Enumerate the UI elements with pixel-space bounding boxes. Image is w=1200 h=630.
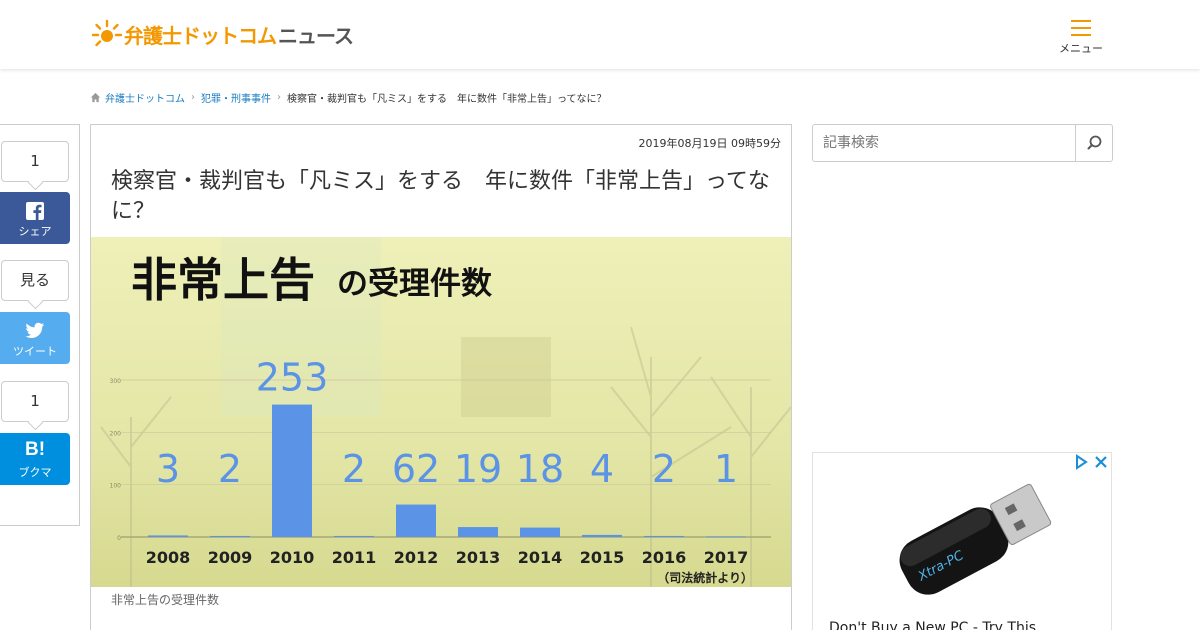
search-icon bbox=[1087, 135, 1102, 150]
article-figure: 0 100 200 300 2008 2009 2010 2011 2012 2013 2014 2… bbox=[91, 237, 791, 587]
y-tick-label: 0 bbox=[117, 535, 121, 542]
x-tick-label: 2014 bbox=[518, 548, 563, 567]
bar bbox=[644, 535, 684, 537]
search-box bbox=[812, 124, 1113, 162]
value-label: 2 bbox=[342, 447, 366, 491]
usb-drive-image: Xtra-PC bbox=[899, 483, 1052, 595]
menu-label: メニュー bbox=[1059, 42, 1103, 55]
bar bbox=[272, 404, 312, 537]
hamburger-icon bbox=[1071, 20, 1091, 36]
twitter-share-count[interactable]: 見る bbox=[1, 260, 69, 301]
hatena-bookmark-button[interactable]: B! ブクマ bbox=[0, 433, 70, 485]
home-icon bbox=[90, 92, 101, 102]
breadcrumb-current: 検察官・裁判官も「凡ミス」をする 年に数件「非常上告」ってなに？ bbox=[287, 93, 607, 105]
ad-banner[interactable]: Xtra-PC Don't Buy a New PC - Try This bbox=[812, 452, 1112, 630]
search-input[interactable] bbox=[813, 125, 1075, 161]
bar bbox=[706, 536, 746, 538]
facebook-share-count: 1 bbox=[1, 141, 69, 182]
x-tick-label: 2011 bbox=[332, 548, 377, 567]
twitter-share-label: ツイート bbox=[13, 345, 57, 358]
chevron-right-icon: › bbox=[277, 91, 281, 103]
value-label: 3 bbox=[156, 447, 180, 491]
x-tick-label: 2016 bbox=[642, 548, 687, 567]
x-tick-label: 2010 bbox=[270, 548, 315, 567]
breadcrumb-home-link[interactable]: 弁護士ドットコム bbox=[105, 90, 185, 105]
value-label: 2 bbox=[218, 447, 242, 491]
x-tick-label: 2013 bbox=[456, 548, 501, 567]
value-label: 4 bbox=[590, 447, 614, 491]
ad-title[interactable]: Don't Buy a New PC - Try This bbox=[829, 620, 1036, 630]
y-tick-label: 100 bbox=[110, 483, 122, 490]
twitter-share-button[interactable]: ツイート bbox=[0, 312, 70, 364]
breadcrumb-category-link[interactable]: 犯罪・刑事事件 bbox=[201, 90, 271, 105]
value-label: 18 bbox=[516, 447, 564, 491]
hatena-bookmark-count: 1 bbox=[1, 381, 69, 422]
value-label: 19 bbox=[454, 447, 502, 491]
value-label: 2 bbox=[652, 447, 676, 491]
x-tick-label: 2009 bbox=[208, 548, 253, 567]
bar bbox=[458, 527, 498, 537]
facebook-share-button[interactable]: シェア bbox=[0, 192, 70, 244]
x-tick-label: 2012 bbox=[394, 548, 439, 567]
sun-logo-icon bbox=[92, 19, 122, 47]
bar bbox=[520, 527, 560, 537]
facebook-share-label: シェア bbox=[18, 225, 52, 238]
x-tick-label: 2008 bbox=[146, 548, 191, 567]
share-sidebar: 1 シェア 見る ツイート 1 B! ブクマ bbox=[0, 124, 80, 526]
facebook-icon bbox=[26, 202, 44, 220]
article-card: 2019年08月19日 09時59分 検察官・裁判官も「凡ミス」をする 年に数件… bbox=[90, 124, 792, 630]
logo-sub-text: ニュース bbox=[278, 23, 354, 48]
figure-heading-small: の受理件数 bbox=[337, 266, 492, 302]
bar-chart: 0 100 200 300 2008 2009 2010 2011 2012 2013 2014 2… bbox=[91, 237, 791, 587]
value-label: 62 bbox=[392, 447, 440, 491]
x-tick-label: 2015 bbox=[580, 548, 625, 567]
search-button[interactable] bbox=[1075, 125, 1112, 161]
hatena-bookmark-icon: B! bbox=[24, 439, 46, 460]
figure-caption: 非常上告の受理件数 bbox=[111, 593, 220, 607]
logo-main-text: 弁護士ドットコム bbox=[124, 23, 277, 48]
bar bbox=[396, 504, 436, 537]
bar bbox=[334, 535, 374, 537]
article-title: 検察官・裁判官も「凡ミス」をする 年に数件「非常上告」ってなに？ bbox=[111, 169, 770, 224]
figure-heading-big: 非常上告 bbox=[131, 253, 315, 307]
y-tick-label: 200 bbox=[110, 430, 122, 437]
value-label: 253 bbox=[256, 356, 329, 400]
bar bbox=[148, 535, 188, 537]
hatena-bookmark-label: ブクマ bbox=[18, 466, 52, 479]
bar bbox=[582, 534, 622, 537]
site-header: 弁護士ドットコム ニュース メニュー bbox=[0, 0, 1200, 69]
y-tick-label: 300 bbox=[110, 378, 122, 385]
article-date: 2019年08月19日 09時59分 bbox=[638, 137, 781, 150]
breadcrumb: 弁護士ドットコム › 犯罪・刑事事件 › 検察官・裁判官も「凡ミス」をする 年に… bbox=[90, 89, 607, 105]
x-tick-label: 2017 bbox=[704, 548, 749, 567]
site-logo[interactable]: 弁護士ドットコム ニュース bbox=[92, 12, 354, 56]
figure-source: （司法統計より） bbox=[657, 570, 753, 585]
menu-button[interactable]: メニュー bbox=[1056, 16, 1106, 58]
chevron-right-icon: › bbox=[191, 91, 195, 103]
value-label: 1 bbox=[714, 447, 738, 491]
twitter-bird-icon bbox=[25, 322, 45, 338]
bar bbox=[210, 535, 250, 537]
